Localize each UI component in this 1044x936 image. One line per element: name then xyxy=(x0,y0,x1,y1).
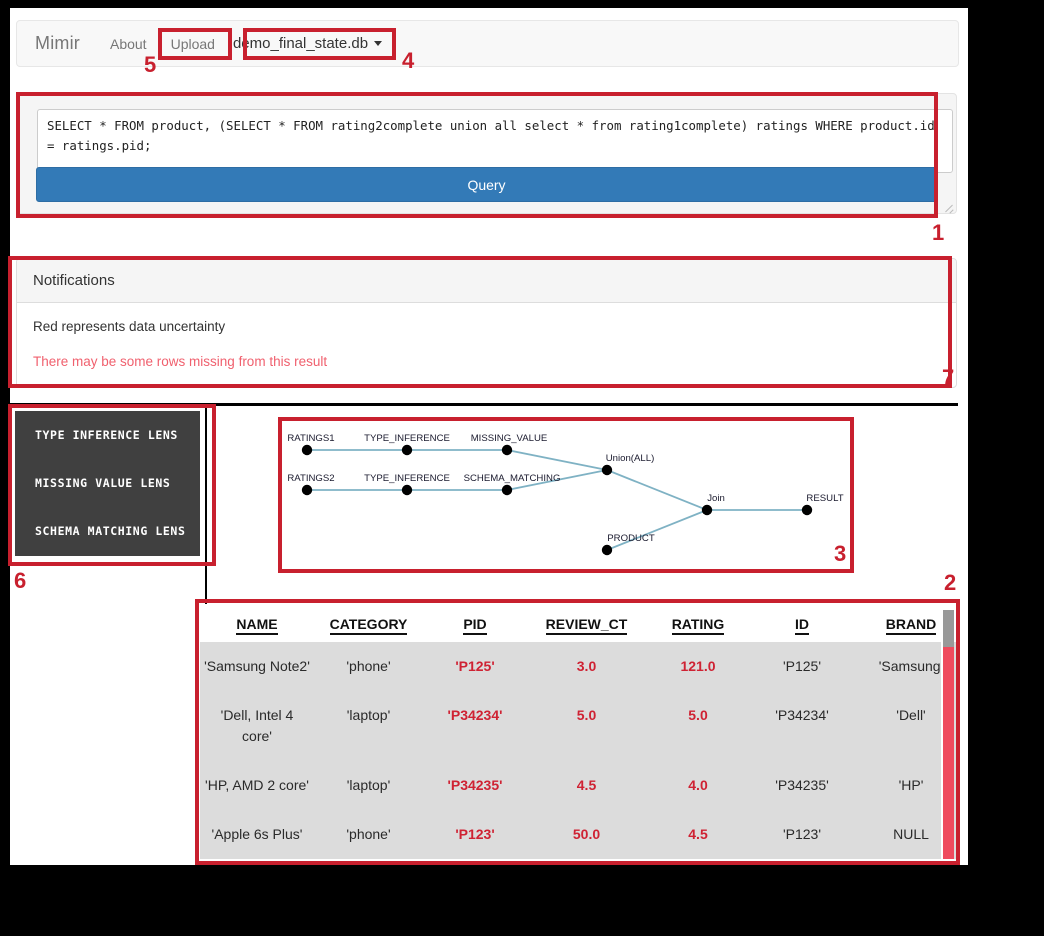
annotation-label-3: 3 xyxy=(834,541,846,567)
annotation-box-2 xyxy=(195,599,960,865)
annotation-box-7 xyxy=(8,256,952,388)
annotation-box-3 xyxy=(278,417,854,573)
app-brand[interactable]: Mimir xyxy=(17,33,96,54)
annotation-label-4: 4 xyxy=(402,48,414,74)
annotation-label-6: 6 xyxy=(14,568,26,594)
annotation-box-6 xyxy=(8,404,216,566)
app-root: Mimir About Upload demo_final_state.db S… xyxy=(0,0,1044,936)
textarea-resize-handle[interactable] xyxy=(943,201,954,212)
annotation-label-2: 2 xyxy=(944,570,956,596)
nav-about[interactable]: About xyxy=(96,36,161,52)
annotation-label-1: 1 xyxy=(932,220,944,246)
annotation-box-4 xyxy=(243,28,396,60)
annotation-label-5: 5 xyxy=(144,52,156,78)
annotation-box-1 xyxy=(16,92,938,218)
annotation-label-7: 7 xyxy=(942,365,954,391)
annotation-box-5 xyxy=(158,28,232,60)
